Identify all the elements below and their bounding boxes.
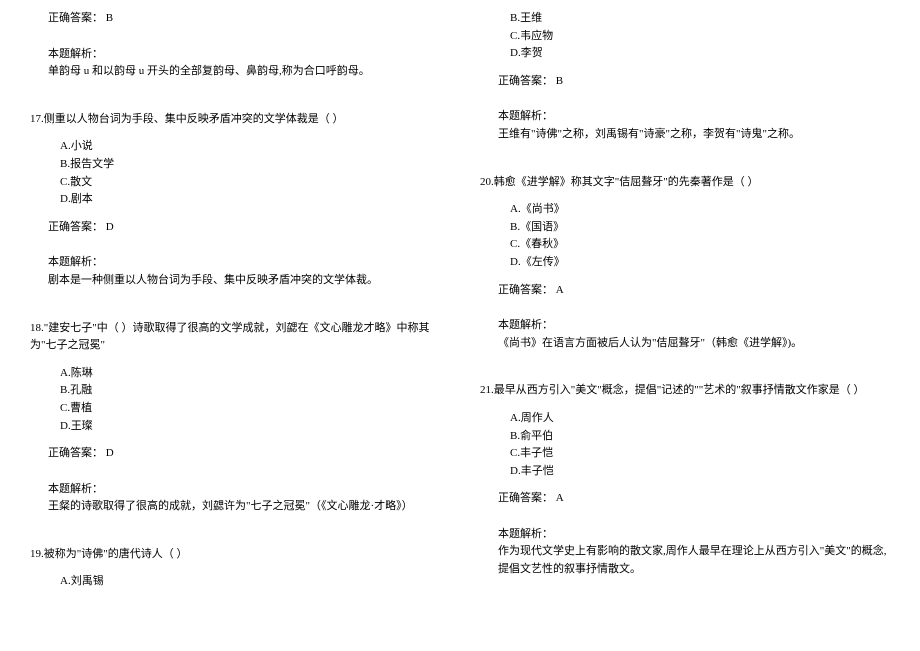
option-d: D.《左传》 [510,254,890,272]
option-b: B.俞平伯 [510,428,890,446]
answer-label-text: 正确答案： [48,221,103,233]
answer-label: 正确答案： A [498,284,564,296]
answer-value: B [556,75,563,87]
analysis-label: 本题解析： [498,526,890,544]
q21-options: A.周作人 B.俞平伯 C.丰子恺 D.丰子恺 [510,410,890,480]
option-b: B.报告文学 [60,156,440,174]
answer-label: 正确答案： B [498,75,563,87]
q20-text: 20.韩愈《进学解》称其文字"佶屈聱牙"的先秦著作是（ ） [480,174,890,192]
q16-analysis-block: 本题解析： 单韵母 u 和以韵母 u 开头的全部复韵母、鼻韵母,称为合口呼韵母。 [30,46,440,81]
answer-label-text: 正确答案： [48,447,103,459]
q18-analysis-block: 本题解析： 王粲的诗歌取得了很高的成就，刘勰许为"七子之冠冕"（《文心雕龙·才略… [30,481,440,516]
answer-value: B [106,12,113,24]
option-a: A.周作人 [510,410,890,428]
option-c: C.《春秋》 [510,236,890,254]
answer-label: 正确答案： B [48,12,113,24]
q19-options-cont: B.王维 C.韦应物 D.李贺 [510,10,890,63]
answer-value: A [556,284,564,296]
q20-answer-block: 正确答案： A [480,282,890,300]
analysis-text: 作为现代文学史上有影响的散文家,周作人最早在理论上从西方引入"美文"的概念,提倡… [498,543,890,578]
q21-text: 21.最早从西方引入"美文"概念，提倡"记述的""艺术的"叙事抒情散文作家是（ … [480,382,890,400]
q18-text: 18."建安七子"中（ ）诗歌取得了很高的文学成就，刘勰在《文心雕龙才略》中称其… [30,320,440,355]
option-c: C.曹植 [60,400,440,418]
answer-label-text: 正确答案： [498,75,553,87]
analysis-label: 本题解析： [498,108,890,126]
analysis-text: 王粲的诗歌取得了很高的成就，刘勰许为"七子之冠冕"（《文心雕龙·才略》） [48,498,440,516]
q21-answer-block: 正确答案： A [480,490,890,508]
q19-text: 19.被称为"诗佛"的唐代诗人（ ） [30,546,440,564]
analysis-label: 本题解析： [48,481,440,499]
analysis-label: 本题解析： [48,46,440,64]
q20-analysis-block: 本题解析： 《尚书》在语言方面被后人认为"佶屈聱牙"（韩愈《进学解》)。 [480,317,890,352]
answer-label: 正确答案： A [498,492,564,504]
answer-value: D [106,221,114,233]
option-a: A.小说 [60,138,440,156]
option-b: B.孔融 [60,382,440,400]
q20-options: A.《尚书》 B.《国语》 C.《春秋》 D.《左传》 [510,201,890,271]
q21-analysis-block: 本题解析： 作为现代文学史上有影响的散文家,周作人最早在理论上从西方引入"美文"… [480,526,890,579]
q19-options: A.刘禹锡 [60,573,440,591]
q17-answer-block: 正确答案： D [30,219,440,237]
left-column: 正确答案： B 本题解析： 单韵母 u 和以韵母 u 开头的全部复韵母、鼻韵母,… [30,10,440,641]
analysis-text: 剧本是一种侧重以人物台词为手段、集中反映矛盾冲突的文学体裁。 [48,272,440,290]
option-b: B.《国语》 [510,219,890,237]
option-d: D.丰子恺 [510,463,890,481]
q17-analysis-block: 本题解析： 剧本是一种侧重以人物台词为手段、集中反映矛盾冲突的文学体裁。 [30,254,440,289]
option-a: A.陈琳 [60,365,440,383]
option-a: A.《尚书》 [510,201,890,219]
option-d: D.王璨 [60,418,440,436]
analysis-label: 本题解析： [498,317,890,335]
answer-label: 正确答案： D [48,221,114,233]
answer-label-text: 正确答案： [48,12,103,24]
q19-answer-block: 正确答案： B [480,73,890,91]
q18-options: A.陈琳 B.孔融 C.曹植 D.王璨 [60,365,440,435]
option-c: C.丰子恺 [510,445,890,463]
option-c: C.散文 [60,174,440,192]
option-d: D.李贺 [510,45,890,63]
analysis-text: 单韵母 u 和以韵母 u 开头的全部复韵母、鼻韵母,称为合口呼韵母。 [48,63,440,81]
answer-value: A [556,492,564,504]
option-a: A.刘禹锡 [60,573,440,591]
q17-text: 17.侧重以人物台词为手段、集中反映矛盾冲突的文学体裁是（ ） [30,111,440,129]
option-d: D.剧本 [60,191,440,209]
answer-label-text: 正确答案： [498,492,553,504]
option-c: C.韦应物 [510,28,890,46]
right-column: B.王维 C.韦应物 D.李贺 正确答案： B 本题解析： 王维有"诗佛"之称，… [480,10,890,641]
q19-analysis-block: 本题解析： 王维有"诗佛"之称，刘禹锡有"诗豪"之称，李贺有"诗鬼"之称。 [480,108,890,143]
option-b: B.王维 [510,10,890,28]
answer-value: D [106,447,114,459]
answer-label-text: 正确答案： [498,284,553,296]
answer-label: 正确答案： D [48,447,114,459]
q16-answer-block: 正确答案： B [30,10,440,28]
analysis-label: 本题解析： [48,254,440,272]
analysis-text: 《尚书》在语言方面被后人认为"佶屈聱牙"（韩愈《进学解》)。 [498,335,890,353]
analysis-text: 王维有"诗佛"之称，刘禹锡有"诗豪"之称，李贺有"诗鬼"之称。 [498,126,890,144]
q18-answer-block: 正确答案： D [30,445,440,463]
q17-options: A.小说 B.报告文学 C.散文 D.剧本 [60,138,440,208]
